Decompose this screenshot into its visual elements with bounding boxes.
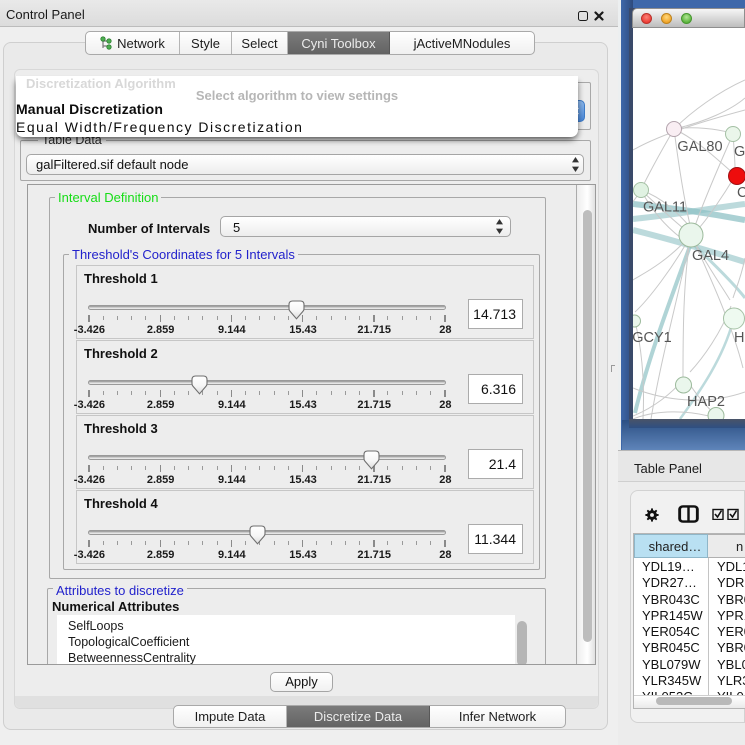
svg-text:GCY1: GCY1 (633, 330, 672, 346)
svg-text:C: C (737, 185, 745, 201)
svg-text:H: H (734, 330, 744, 346)
svg-text:HAP2: HAP2 (687, 394, 725, 410)
svg-text:GAL4: GAL4 (692, 248, 729, 264)
svg-text:G: G (734, 144, 745, 160)
svg-text:GAL80: GAL80 (677, 139, 722, 155)
svg-text:GAL11: GAL11 (643, 200, 687, 216)
